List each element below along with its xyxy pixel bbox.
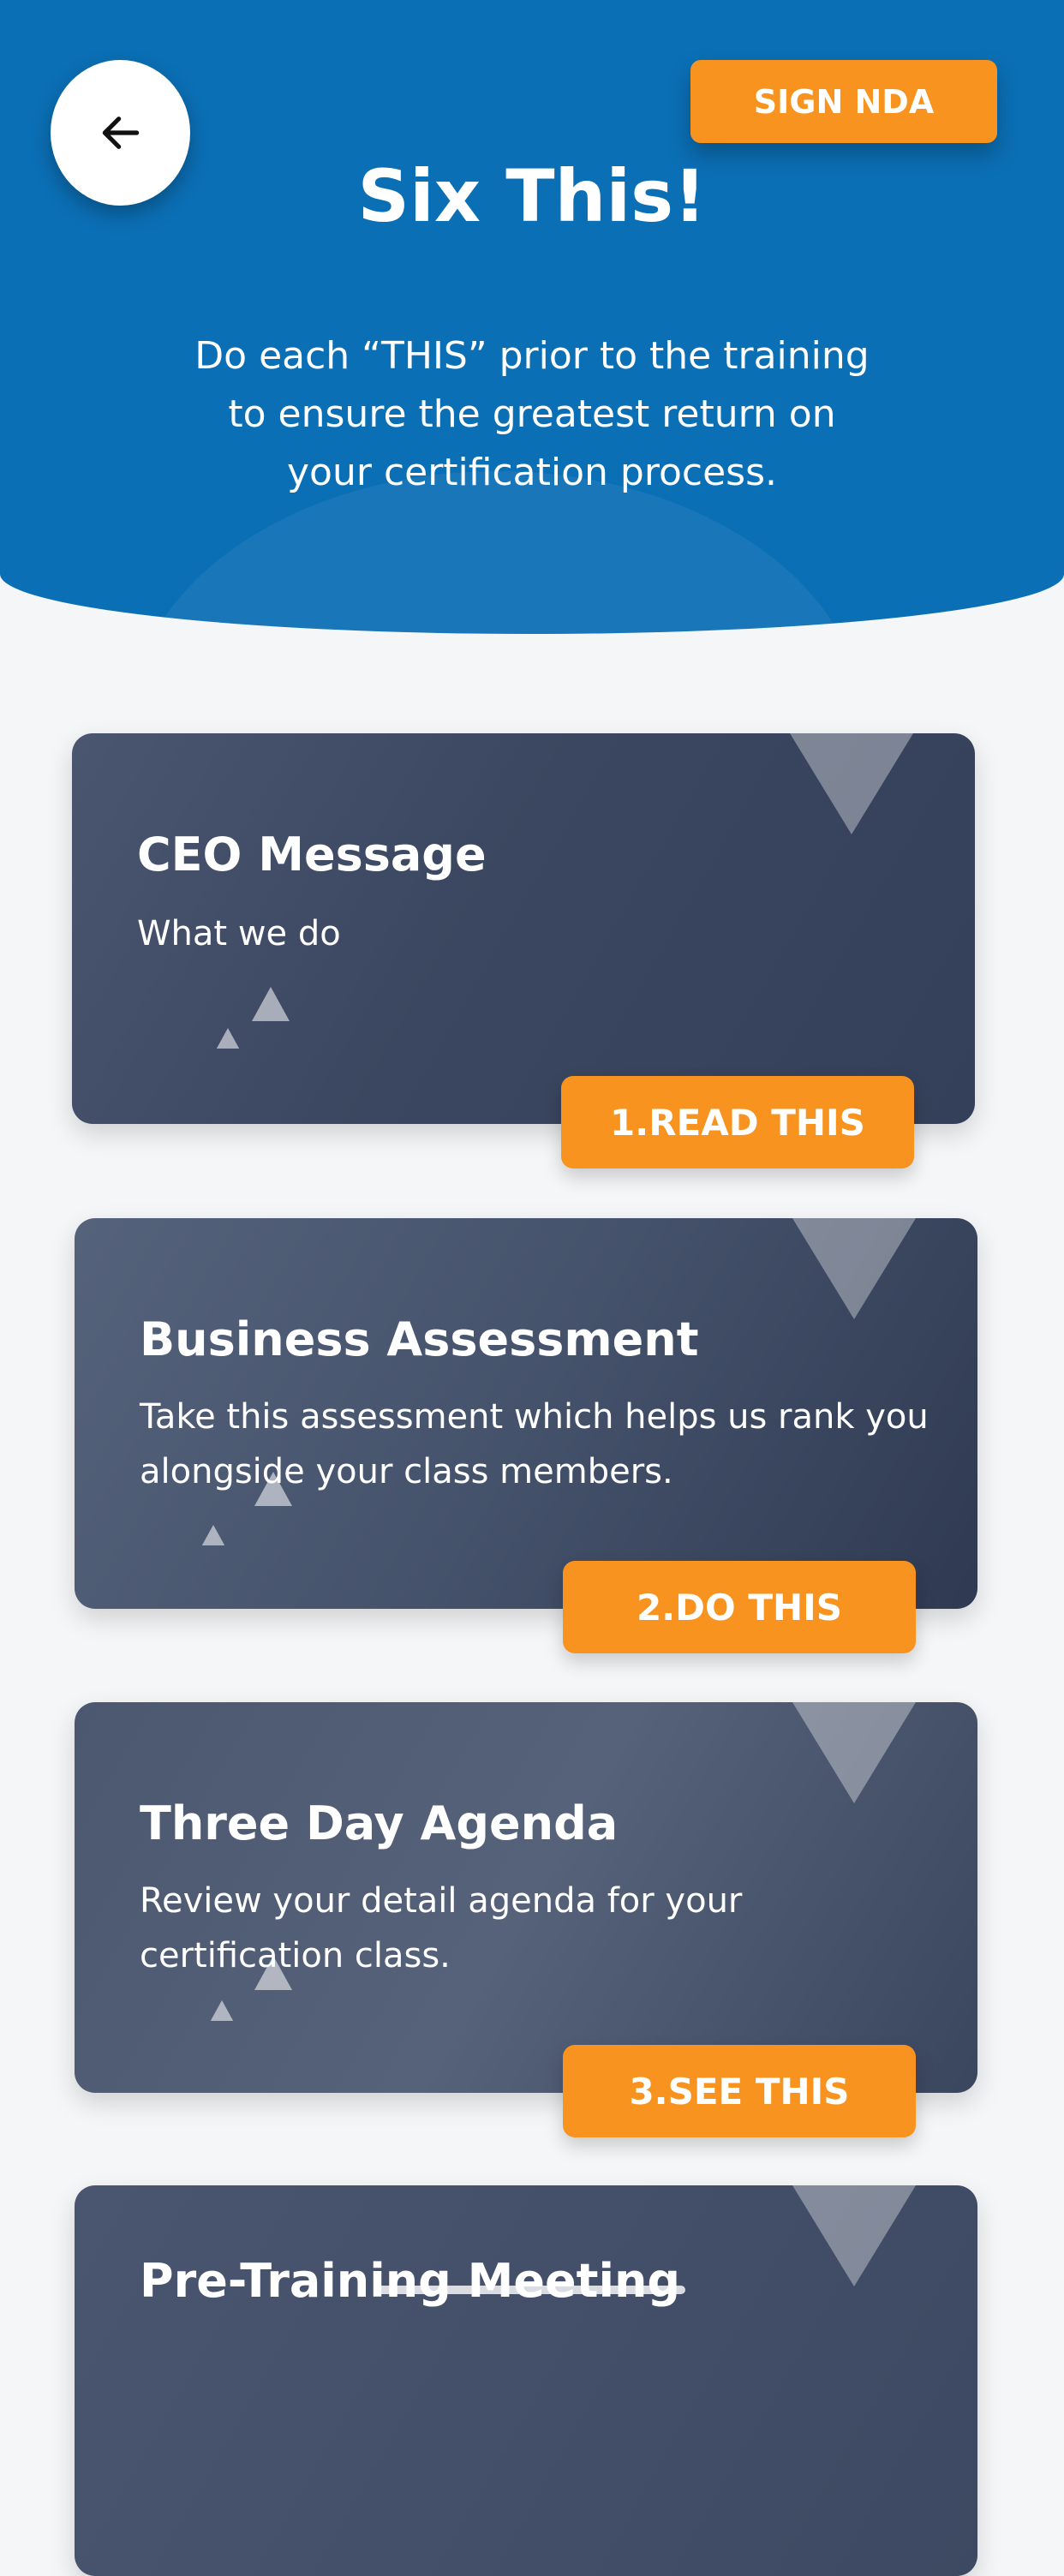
decor-triangle-small (201, 1525, 225, 1545)
see-this-button[interactable]: 3.SEE THIS (563, 2045, 916, 2137)
sign-nda-button[interactable]: SIGN NDA (690, 60, 997, 143)
decor-triangle (790, 733, 913, 834)
card-description: Take this assessment which helps us rank… (140, 1397, 929, 1491)
decor-triangle-small (216, 1028, 240, 1049)
card-description: Review your detail agenda for your certi… (140, 1881, 743, 1975)
card-description: What we do (137, 914, 341, 953)
home-indicator (377, 2286, 685, 2294)
card-ceo-message[interactable]: CEO Message What we do 1.READ THIS (72, 733, 975, 1168)
do-this-button[interactable]: 2.DO THIS (563, 1561, 916, 1653)
card-business-assessment[interactable]: Business Assessment Take this assessment… (75, 1218, 977, 1653)
card-image: CEO Message What we do (72, 733, 975, 1124)
decor-triangle (792, 2185, 916, 2286)
card-title: Pre-Training Meeting (140, 2254, 681, 2308)
decor-triangle-small (252, 987, 290, 1021)
decor-triangle-small (210, 2000, 234, 2021)
card-three-day-agenda[interactable]: Three Day Agenda Review your detail agen… (75, 1702, 977, 2137)
page-title: Six This! (357, 154, 707, 238)
card-pre-training-meeting[interactable]: Pre-Training Meeting (75, 2185, 977, 2576)
card-image: Pre-Training Meeting (75, 2185, 977, 2576)
card-image: Business Assessment Take this assessment… (75, 1218, 977, 1609)
decor-triangle (792, 1702, 916, 1803)
card-title: CEO Message (137, 828, 487, 882)
card-title: Three Day Agenda (140, 1796, 619, 1850)
page-subtitle: Do each “THIS” prior to the training to … (194, 334, 870, 494)
card-title: Business Assessment (140, 1312, 699, 1366)
read-this-button[interactable]: 1.READ THIS (561, 1076, 914, 1168)
decor-triangle (792, 1218, 916, 1319)
card-image: Three Day Agenda Review your detail agen… (75, 1702, 977, 2093)
arrow-left-icon (102, 117, 139, 149)
